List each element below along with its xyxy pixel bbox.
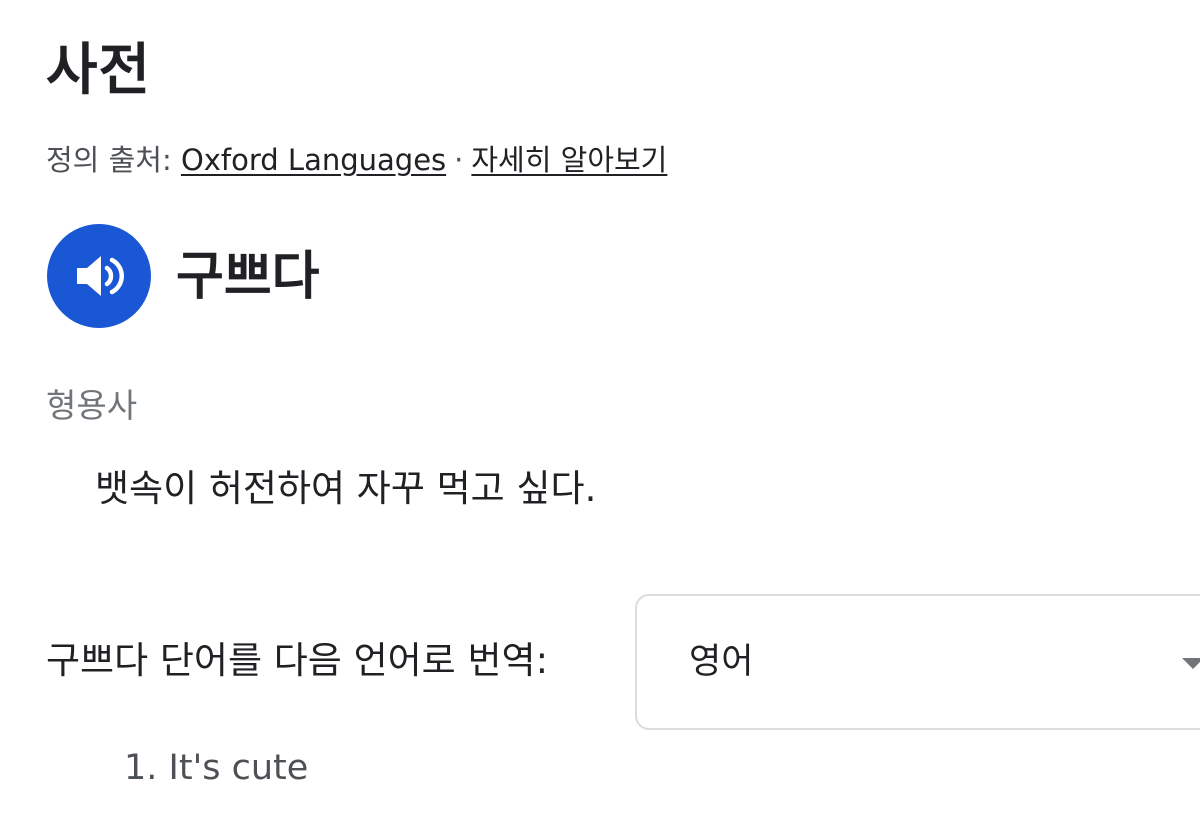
translation-list: 1. It's cute [124, 742, 308, 794]
definition-source: 정의 출처: Oxford Languages · 자세히 알아보기 [46, 140, 667, 180]
learn-more-link[interactable]: 자세히 알아보기 [471, 143, 667, 177]
part-of-speech: 형용사 [46, 386, 138, 425]
pronunciation-button[interactable] [47, 224, 151, 328]
caret-down-icon [1182, 658, 1200, 669]
oxford-languages-link[interactable]: Oxford Languages [181, 143, 446, 177]
translation-text: It's cute [168, 748, 309, 788]
source-separator: · [454, 143, 464, 177]
volume-up-icon [77, 256, 124, 296]
headword: 구쁘다 [176, 247, 320, 307]
dictionary-panel: 사전 정의 출처: Oxford Languages · 자세히 알아보기 구쁘다 … [0, 0, 1200, 840]
definition-text: 뱃속이 허전하여 자꾸 먹고 싶다. [95, 467, 597, 510]
page-title: 사전 [46, 38, 152, 103]
source-prefix: 정의 출처: [46, 143, 172, 177]
translate-label: 구쁘다 단어를 다음 언어로 번역: [46, 639, 549, 682]
language-select[interactable]: 영어 [635, 594, 1200, 730]
translation-index: 1. [124, 748, 158, 788]
list-item: 1. It's cute [124, 742, 308, 794]
selected-language: 영어 [689, 642, 754, 682]
